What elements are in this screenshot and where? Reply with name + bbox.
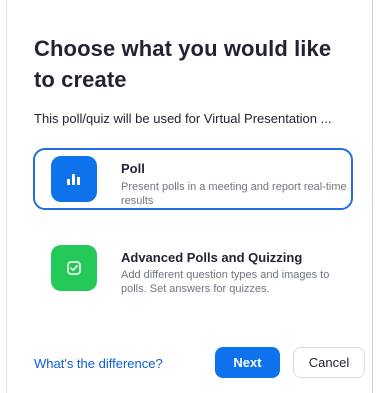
option-advanced-polls-title: Advanced Polls and Quizzing <box>121 250 303 265</box>
dialog-left-edge <box>6 0 7 393</box>
create-poll-dialog: Choose what you would like to create Thi… <box>0 0 387 393</box>
dialog-title: Choose what you would like to create <box>34 36 332 92</box>
option-poll-title: Poll <box>121 161 145 176</box>
option-poll-description: Present polls in a meeting and report re… <box>121 181 347 207</box>
whats-the-difference-link[interactable]: What's the difference? <box>34 356 163 372</box>
option-poll[interactable]: Poll Present polls in a meeting and repo… <box>33 148 353 210</box>
dialog-right-edge <box>372 0 373 393</box>
option-advanced-polls[interactable]: Advanced Polls and Quizzing Add differen… <box>33 235 353 297</box>
option-advanced-polls-description: Add different question types and images … <box>121 269 330 295</box>
bar-chart-icon <box>51 156 97 202</box>
next-button[interactable]: Next <box>215 347 280 378</box>
dialog-subtitle: This poll/quiz will be used for Virtual … <box>34 111 332 126</box>
checkbox-icon <box>51 245 97 291</box>
cancel-button[interactable]: Cancel <box>293 347 365 378</box>
